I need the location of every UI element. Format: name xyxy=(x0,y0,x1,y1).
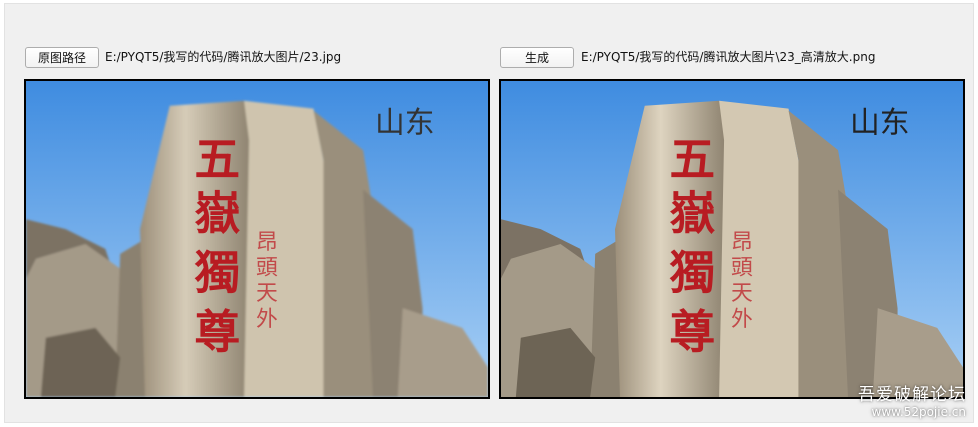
side-char-4: 外 xyxy=(256,307,278,332)
upscaled-image: 五 嶽 獨 尊 昂 頭 天 外 山东 xyxy=(501,81,963,397)
main-inscription-upscaled: 五 嶽 獨 尊 xyxy=(670,132,716,359)
original-image: 五 嶽 獨 尊 昂 頭 天 外 山东 xyxy=(26,81,488,397)
watermark-site-url: www.52pojie.cn xyxy=(871,405,966,419)
side-char-1: 昂 xyxy=(731,230,753,255)
app-window: 原图路径 E:/PYQT5/我写的代码/腾讯放大图片/23.jpg 生成 E:/… xyxy=(4,3,974,423)
side-char-4: 外 xyxy=(731,307,753,332)
corner-text: 山东 xyxy=(850,104,909,139)
original-path-button[interactable]: 原图路径 xyxy=(25,47,99,68)
inscription-char-2: 嶽 xyxy=(195,186,241,240)
original-path-text: E:/PYQT5/我写的代码/腾讯放大图片/23.jpg xyxy=(105,50,342,64)
watermark-site-name: 吾爱破解论坛 xyxy=(858,385,966,405)
side-char-3: 天 xyxy=(731,281,753,306)
inscription-char-3: 獨 xyxy=(670,245,716,299)
side-char-1: 昂 xyxy=(256,230,278,255)
site-watermark: 吾爱破解论坛 www.52pojie.cn xyxy=(858,380,966,419)
inscription-char-4: 尊 xyxy=(670,305,716,359)
generate-button[interactable]: 生成 xyxy=(500,47,574,68)
inscription-char-1: 五 xyxy=(670,132,716,186)
inscription-char-4: 尊 xyxy=(195,305,241,359)
upscaled-image-panel: 五 嶽 獨 尊 昂 頭 天 外 山东 xyxy=(499,79,965,399)
side-char-2: 頭 xyxy=(256,256,278,281)
side-inscription-upscaled: 昂 頭 天 外 xyxy=(731,230,753,332)
original-image-panel: 五 嶽 獨 尊 昂 頭 天 外 山东 xyxy=(24,79,490,399)
side-char-2: 頭 xyxy=(731,256,753,281)
inscription-char-3: 獨 xyxy=(195,245,241,299)
output-path-text: E:/PYQT5/我写的代码/腾讯放大图片\23_高清放大.png xyxy=(581,50,876,64)
inscription-char-1: 五 xyxy=(195,132,241,186)
main-inscription: 五 嶽 獨 尊 xyxy=(195,132,241,359)
side-inscription: 昂 頭 天 外 xyxy=(256,230,278,332)
corner-text: 山东 xyxy=(375,104,434,139)
side-char-3: 天 xyxy=(256,281,278,306)
inscription-char-2: 嶽 xyxy=(670,186,716,240)
